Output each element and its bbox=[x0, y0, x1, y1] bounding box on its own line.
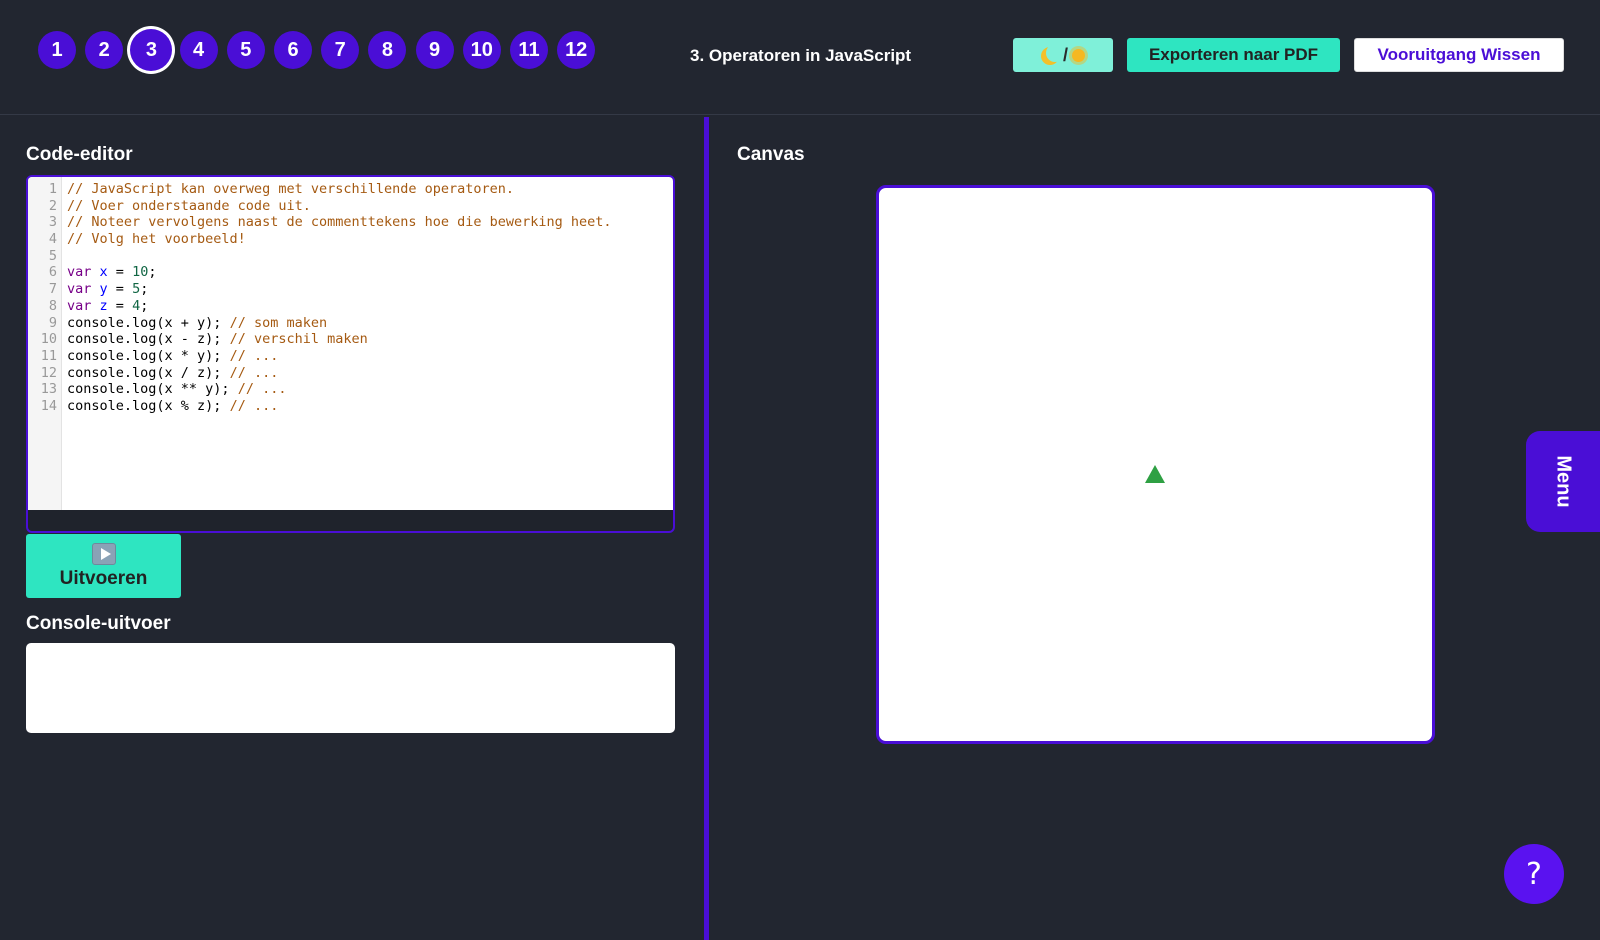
line-number: 14 bbox=[40, 397, 57, 414]
theme-toggle-button[interactable]: / bbox=[1013, 38, 1113, 72]
step-1-button[interactable]: 1 bbox=[38, 31, 76, 69]
code-line[interactable]: console.log(x % z); // ... bbox=[67, 398, 673, 415]
step-7-button[interactable]: 7 bbox=[321, 31, 360, 69]
step-3-button[interactable]: 3 bbox=[130, 29, 173, 71]
code-token: console.log(x * y); bbox=[67, 347, 230, 364]
code-token: // JavaScript kan overweg met verschille… bbox=[67, 181, 515, 197]
code-token: 4 bbox=[132, 297, 141, 314]
step-12-button[interactable]: 12 bbox=[557, 31, 596, 69]
step-8-button[interactable]: 8 bbox=[368, 31, 407, 69]
code-token: // som maken bbox=[229, 314, 328, 331]
line-number-gutter: 1 2 3 4 5 6 7 8 9 10 11 12 13 14 bbox=[28, 177, 62, 510]
step-2-button[interactable]: 2 bbox=[85, 31, 124, 69]
code-token: z bbox=[99, 297, 108, 314]
step-11-button[interactable]: 11 bbox=[510, 31, 548, 69]
code-token: // ... bbox=[229, 347, 279, 364]
code-token: console.log(x % z); bbox=[67, 397, 230, 414]
play-icon bbox=[91, 542, 116, 565]
line-number: 5 bbox=[48, 247, 57, 264]
step-10-button[interactable]: 10 bbox=[462, 31, 501, 69]
code-editor[interactable]: 1 2 3 4 5 6 7 8 9 10 11 12 13 14 // JavaScript kan ov… bbox=[28, 177, 673, 510]
line-number: 1 bbox=[48, 181, 57, 197]
line-number: 2 bbox=[48, 197, 57, 214]
top-bar: 1 2 3 4 5 6 7 8 9 10 11 12 3. Operatoren in JavaScr… bbox=[0, 0, 1600, 115]
code-line[interactable]: var y = 5; bbox=[67, 281, 673, 298]
step-6-button[interactable]: 6 bbox=[274, 31, 312, 69]
code-token: console.log(x ** y); bbox=[67, 381, 238, 398]
code-token: // Noteer vervolgens naast de commenttek… bbox=[67, 214, 612, 231]
line-number: 9 bbox=[48, 314, 57, 331]
code-editor-frame: 1 2 3 4 5 6 7 8 9 10 11 12 13 14 // JavaScript kan ov… bbox=[26, 175, 675, 533]
step-9-button[interactable]: 9 bbox=[415, 31, 454, 69]
code-line[interactable]: // Noteer vervolgens naast de commenttek… bbox=[67, 214, 673, 231]
help-button[interactable]: ? bbox=[1504, 844, 1564, 904]
moon-icon bbox=[1046, 44, 1064, 62]
code-token: // ... bbox=[229, 364, 279, 381]
code-line[interactable]: var x = 10; bbox=[67, 264, 673, 281]
code-token: // verschil maken bbox=[229, 331, 368, 348]
code-token: ; bbox=[140, 297, 149, 314]
line-number: 8 bbox=[48, 297, 57, 314]
code-content[interactable]: // JavaScript kan overweg met verschille… bbox=[62, 177, 673, 510]
code-line[interactable]: console.log(x ** y); // ... bbox=[67, 381, 673, 398]
step-5-button[interactable]: 5 bbox=[226, 31, 265, 69]
code-line[interactable]: // Volg het voorbeeld! bbox=[67, 231, 673, 248]
code-token: var bbox=[67, 281, 92, 298]
line-number: 12 bbox=[40, 364, 57, 381]
code-token: ; bbox=[148, 264, 157, 281]
run-button[interactable]: Uitvoeren bbox=[26, 534, 181, 598]
code-token: y bbox=[99, 281, 108, 298]
code-line[interactable]: console.log(x / z); // ... bbox=[67, 365, 673, 382]
code-token: = bbox=[107, 281, 133, 298]
code-line[interactable]: console.log(x * y); // ... bbox=[67, 348, 673, 365]
code-token: // ... bbox=[229, 397, 279, 414]
turtle-icon bbox=[1145, 465, 1165, 483]
code-line[interactable]: console.log(x - z); // verschil maken bbox=[67, 331, 673, 348]
code-token: = bbox=[107, 264, 133, 281]
code-line[interactable]: // Voer onderstaande code uit. bbox=[67, 198, 673, 215]
canvas-title: Canvas bbox=[737, 144, 805, 165]
console-title: Console-uitvoer bbox=[26, 613, 171, 634]
run-button-label: Uitvoeren bbox=[59, 567, 148, 589]
code-token: // Volg het voorbeeld! bbox=[67, 231, 246, 248]
panel-divider[interactable] bbox=[704, 117, 709, 940]
code-token: // ... bbox=[237, 381, 287, 398]
code-token: = bbox=[107, 297, 133, 314]
code-line[interactable] bbox=[67, 248, 673, 265]
code-editor-title: Code-editor bbox=[26, 144, 133, 165]
export-pdf-button[interactable]: Exporteren naar PDF bbox=[1127, 38, 1340, 72]
line-number: 10 bbox=[40, 331, 57, 348]
code-line[interactable]: // JavaScript kan overweg met verschille… bbox=[67, 181, 673, 198]
step-4-button[interactable]: 4 bbox=[179, 31, 218, 69]
code-token: var bbox=[67, 264, 92, 281]
code-line[interactable]: var z = 4; bbox=[67, 298, 673, 315]
code-token: 10 bbox=[132, 264, 149, 281]
line-number: 11 bbox=[40, 347, 57, 364]
menu-tab[interactable]: Menu bbox=[1526, 431, 1600, 532]
code-token: ; bbox=[140, 281, 149, 298]
code-token: console.log(x / z); bbox=[67, 364, 230, 381]
line-number: 7 bbox=[48, 281, 57, 298]
code-line[interactable]: console.log(x + y); // som maken bbox=[67, 315, 673, 332]
line-number: 3 bbox=[48, 214, 57, 231]
code-token: var bbox=[67, 297, 92, 314]
reset-progress-button[interactable]: Vooruitgang Wissen bbox=[1354, 38, 1564, 72]
sun-icon bbox=[1072, 48, 1085, 62]
line-number: 6 bbox=[48, 264, 57, 281]
code-token: x bbox=[99, 264, 108, 281]
console-output bbox=[26, 643, 675, 733]
line-number: 4 bbox=[48, 231, 57, 248]
code-token: // Voer onderstaande code uit. bbox=[67, 197, 311, 214]
code-token: console.log(x - z); bbox=[67, 331, 230, 348]
code-token: console.log(x + y); bbox=[67, 314, 230, 331]
line-number: 13 bbox=[40, 381, 57, 398]
menu-tab-label: Menu bbox=[1552, 455, 1575, 508]
lesson-title: 3. Operatoren in JavaScript bbox=[690, 46, 912, 65]
code-token: 5 bbox=[132, 281, 141, 298]
